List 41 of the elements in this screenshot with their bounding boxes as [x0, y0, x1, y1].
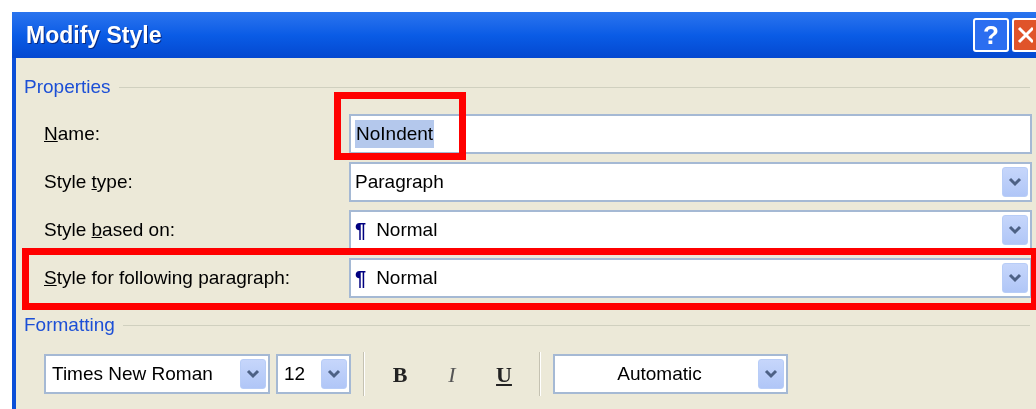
name-input-field[interactable]: NoIndent: [349, 114, 1032, 154]
format-toggle-button[interactable]: I: [429, 354, 475, 394]
group-legend: Properties: [16, 72, 111, 102]
dropdown-value: Automatic: [616, 361, 703, 386]
dropdown-arrow-button[interactable]: [1002, 263, 1028, 293]
dropdown-arrow-button[interactable]: [1002, 167, 1028, 197]
dropdown-field[interactable]: ¶ Normal: [349, 258, 1032, 298]
dropdown-arrow-button[interactable]: [1002, 215, 1028, 245]
dropdown-value: 12: [284, 361, 306, 386]
dropdown-arrow-button[interactable]: [758, 359, 784, 389]
help-button[interactable]: ?: [973, 18, 1009, 52]
paragraph-mark: ¶: [355, 218, 367, 243]
format-toggle-button[interactable]: U: [481, 354, 527, 394]
dropdown-value: Normal: [376, 265, 438, 290]
chevron-down-icon: [327, 369, 341, 379]
input-value: NoIndent: [355, 119, 435, 149]
window-title: Modify Style: [26, 20, 162, 50]
format-toggle-button[interactable]: B: [377, 354, 423, 394]
dropdown-value: Paragraph: [355, 169, 444, 194]
dropdown-field[interactable]: 12: [276, 354, 351, 394]
dropdown-value: Times New Roman: [52, 361, 213, 386]
field-label: Style based on:: [44, 218, 175, 240]
paragraph-mark: ¶: [355, 266, 367, 291]
dropdown-field[interactable]: Paragraph: [349, 162, 1032, 202]
close-button[interactable]: [1012, 18, 1036, 52]
chevron-down-icon: [246, 369, 260, 379]
chevron-down-icon: [764, 369, 778, 379]
dropdown-field[interactable]: Times New Roman: [44, 354, 270, 394]
dropdown-arrow-button[interactable]: [321, 359, 347, 389]
dropdown-arrow-button[interactable]: [240, 359, 266, 389]
chevron-down-icon: [1008, 177, 1022, 187]
chevron-down-icon: [1008, 225, 1022, 235]
close-icon: [1017, 26, 1033, 44]
field-label: Name:: [44, 122, 100, 144]
dropdown-value: Normal: [376, 217, 438, 242]
dropdown-field[interactable]: ¶ Normal: [349, 210, 1032, 250]
dropdown-field[interactable]: Automatic: [553, 354, 788, 394]
field-label: Style type:: [44, 170, 133, 192]
chevron-down-icon: [1008, 273, 1022, 283]
group-legend: Formatting: [16, 310, 115, 340]
field-label: Style for following paragraph:: [44, 266, 291, 288]
